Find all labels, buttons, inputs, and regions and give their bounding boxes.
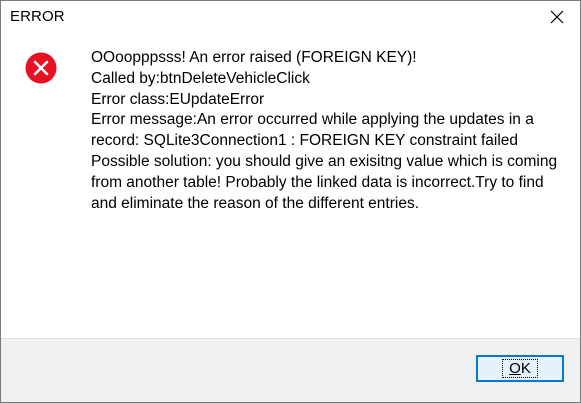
message-line-error-message: Error message:An error occurred while ap… xyxy=(91,111,534,150)
message-line-caller: Called by:btnDeleteVehicleClick xyxy=(91,69,310,87)
message-line-error-class: Error class:EUpdateError xyxy=(91,90,265,108)
error-message: OOoopppsss! An error raised (FOREIGN KEY… xyxy=(91,48,561,214)
close-button[interactable] xyxy=(534,1,580,32)
ok-button[interactable]: OK xyxy=(476,355,564,382)
title-bar: ERROR xyxy=(1,1,580,32)
message-line-headline: OOoopppsss! An error raised (FOREIGN KEY… xyxy=(91,49,417,66)
error-dialog: ERROR OOoopppsss! An error raised (FOREI… xyxy=(0,0,581,403)
close-icon xyxy=(550,10,564,23)
message-line-solution: Possible solution: you should give an ex… xyxy=(91,152,558,212)
button-bar: OK xyxy=(1,338,580,402)
ok-button-label: OK xyxy=(502,359,538,378)
window-title: ERROR xyxy=(10,8,65,25)
error-icon xyxy=(25,52,57,84)
